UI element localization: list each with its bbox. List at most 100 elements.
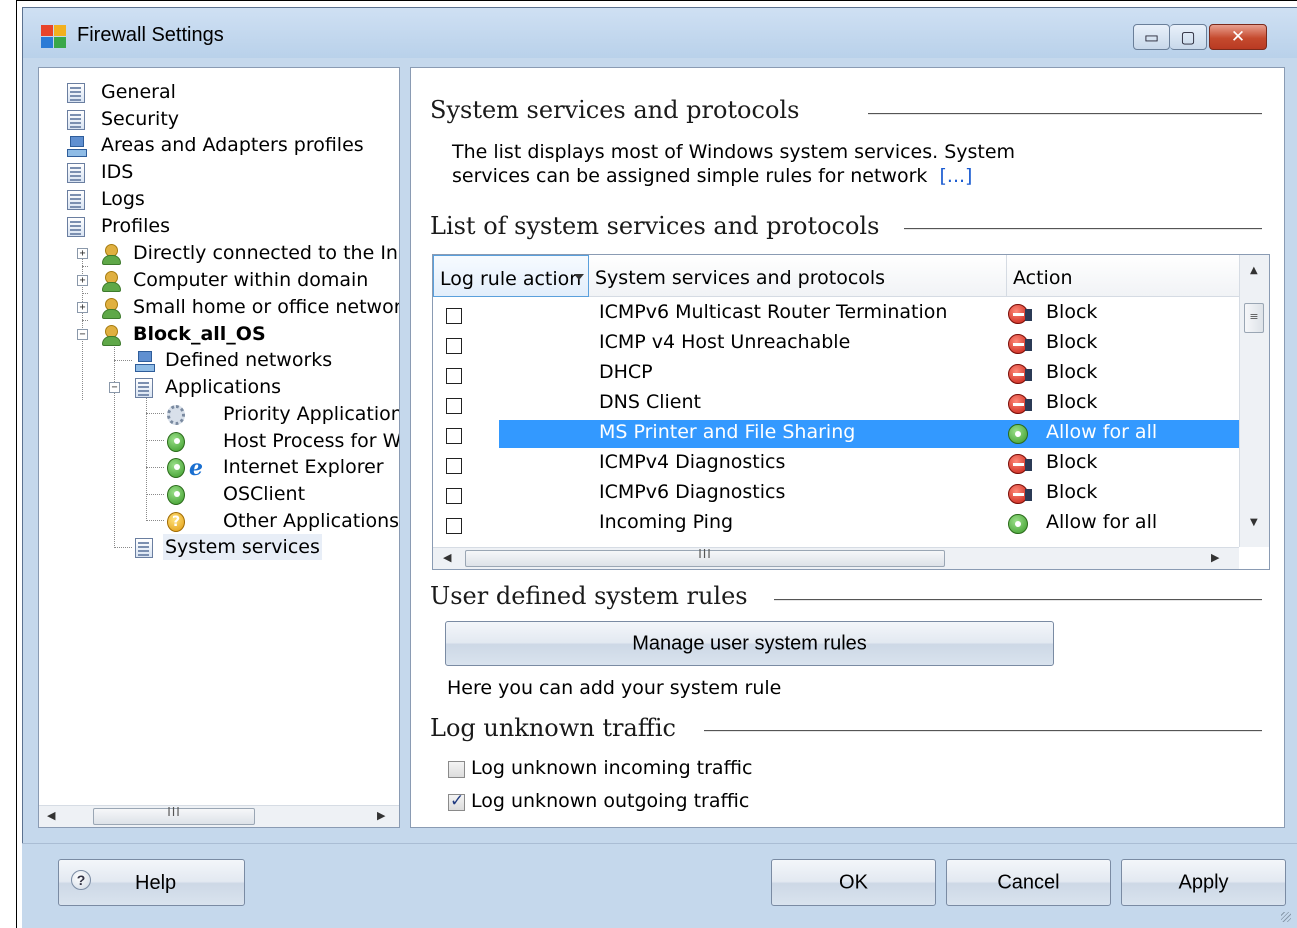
document-icon xyxy=(67,110,85,130)
tree-item-computer-within-domain[interactable]: + Computer within domain xyxy=(39,267,399,293)
log-unknown-outgoing-label[interactable]: Log unknown outgoing traffic xyxy=(471,790,749,812)
user-rules-hint: Here you can add your system rule xyxy=(447,677,782,699)
section-divider xyxy=(774,599,1262,601)
action-value[interactable]: Allow for all xyxy=(1046,511,1157,533)
allow-icon xyxy=(167,485,185,505)
table-row[interactable]: DNS Client Block xyxy=(433,388,1239,418)
resize-grip-icon[interactable] xyxy=(1281,912,1291,922)
scroll-thumb[interactable]: III xyxy=(465,547,945,567)
expand-icon[interactable]: + xyxy=(77,302,88,313)
tree-item-label: OSClient xyxy=(223,483,306,505)
ok-button[interactable]: OK xyxy=(771,859,936,906)
column-header-log-rule-action[interactable]: Log rule action xyxy=(433,255,589,297)
tree-item-directly-connected[interactable]: + Directly connected to the In xyxy=(39,240,399,266)
log-rule-checkbox[interactable] xyxy=(446,338,462,354)
column-header-action[interactable]: Action xyxy=(1007,255,1239,297)
expand-icon[interactable]: + xyxy=(77,275,88,286)
log-rule-checkbox[interactable] xyxy=(446,398,462,414)
document-icon xyxy=(67,190,85,210)
minimize-button[interactable]: ▭ xyxy=(1133,24,1170,50)
scroll-thumb[interactable]: III xyxy=(93,805,255,825)
log-rule-checkbox[interactable] xyxy=(446,308,462,324)
log-rule-checkbox[interactable] xyxy=(446,368,462,384)
scroll-up-icon[interactable]: ▲ xyxy=(1250,265,1258,276)
allow-icon xyxy=(1008,514,1028,534)
table-vertical-scrollbar[interactable]: ▲ ≡ ▼ xyxy=(1239,255,1269,547)
action-value[interactable]: Block xyxy=(1046,391,1097,413)
table-row[interactable]: ICMPv4 Diagnostics Block xyxy=(433,448,1239,478)
frame-line-left xyxy=(16,0,17,928)
user-rules-section-title: User defined system rules xyxy=(430,582,748,610)
settings-tree[interactable]: General Security Areas and Adapters prof… xyxy=(38,67,400,828)
log-rule-checkbox[interactable] xyxy=(446,518,462,534)
log-unknown-outgoing-checkbox[interactable] xyxy=(448,791,465,811)
system-services-table[interactable]: Log rule action System services and prot… xyxy=(432,254,1270,570)
scroll-left-icon[interactable]: ◀ xyxy=(47,809,55,822)
table-row[interactable]: DHCP Block xyxy=(433,358,1239,388)
column-header-service[interactable]: System services and protocols xyxy=(589,255,1007,297)
page-title: System services and protocols xyxy=(430,96,800,124)
tree-item-label: IDS xyxy=(101,161,134,183)
allow-icon xyxy=(167,432,185,452)
block-icon xyxy=(1008,394,1032,414)
question-icon: ? xyxy=(167,512,185,532)
manage-user-system-rules-button[interactable]: Manage user system rules xyxy=(445,621,1054,666)
table-horizontal-scrollbar[interactable]: ◀ III ▶ xyxy=(433,547,1239,569)
log-unknown-incoming-checkbox[interactable] xyxy=(448,761,465,778)
tree-item-other-applications[interactable]: ? Other Applications xyxy=(39,508,400,534)
tree-horizontal-scrollbar[interactable]: ◀ III ▶ xyxy=(39,805,399,827)
scroll-right-icon[interactable]: ▶ xyxy=(377,809,385,822)
dropdown-arrow-icon[interactable] xyxy=(574,274,584,280)
scroll-thumb[interactable]: ≡ xyxy=(1244,303,1264,333)
action-value[interactable]: Block xyxy=(1046,301,1097,323)
expand-icon[interactable]: + xyxy=(77,248,88,259)
log-rule-checkbox[interactable] xyxy=(446,428,462,444)
tree-item-label: Other Applications xyxy=(223,510,400,532)
scroll-left-icon[interactable]: ◀ xyxy=(443,551,451,564)
action-value[interactable]: Block xyxy=(1046,451,1097,473)
avg-logo-icon xyxy=(41,25,67,49)
tree-item-system-services[interactable]: System services xyxy=(39,534,399,560)
log-unknown-section-title: Log unknown traffic xyxy=(430,714,676,742)
title-bar[interactable]: Firewall Settings ▭ ▢ ✕ xyxy=(23,8,1297,58)
tree-item-small-home-office[interactable]: + Small home or office networl xyxy=(39,294,399,320)
scroll-down-icon[interactable]: ▼ xyxy=(1250,517,1258,528)
scroll-right-icon[interactable]: ▶ xyxy=(1211,551,1219,564)
collapse-icon[interactable]: − xyxy=(109,382,120,393)
log-rule-checkbox[interactable] xyxy=(446,458,462,474)
close-icon: ✕ xyxy=(1230,27,1246,47)
tree-item-applications[interactable]: − Applications xyxy=(39,374,399,400)
table-row[interactable]: ICMPv6 Multicast Router Termination Bloc… xyxy=(433,298,1239,328)
tree-item-label: Directly connected to the In xyxy=(133,242,398,264)
more-info-link[interactable]: [...] xyxy=(940,165,973,187)
tree-item-label: Host Process for W xyxy=(223,430,400,452)
apply-button[interactable]: Apply xyxy=(1121,859,1286,906)
table-row-selected[interactable]: MS Printer and File Sharing Allow for al… xyxy=(433,418,1239,448)
action-value[interactable]: Block xyxy=(1046,361,1097,383)
maximize-button[interactable]: ▢ xyxy=(1170,24,1207,50)
log-rule-checkbox[interactable] xyxy=(446,488,462,504)
tree-item-label: Priority Application xyxy=(223,403,400,425)
table-row[interactable]: ICMPv6 Diagnostics Block xyxy=(433,478,1239,508)
table-row[interactable]: ICMP v4 Host Unreachable Block xyxy=(433,328,1239,358)
tree-item-label: Block_all_OS xyxy=(133,323,266,345)
help-button[interactable]: ? Help xyxy=(58,859,245,906)
allow-icon xyxy=(167,458,185,478)
cancel-button[interactable]: Cancel xyxy=(946,859,1111,906)
tree-item-label: Security xyxy=(101,108,180,130)
tree-item-defined-networks[interactable]: Defined networks xyxy=(39,347,399,373)
action-value[interactable]: Block xyxy=(1046,481,1097,503)
table-row[interactable]: Incoming Ping Allow for all xyxy=(433,508,1239,538)
tree-item-internet-explorer[interactable]: e Internet Explorer xyxy=(39,454,399,480)
action-value[interactable]: Allow for all xyxy=(1046,421,1157,443)
tree-item-priority-application[interactable]: Priority Application xyxy=(39,401,400,427)
tree-item-label: Internet Explorer xyxy=(223,456,384,478)
tree-item-host-process[interactable]: Host Process for W xyxy=(39,428,400,454)
action-value[interactable]: Block xyxy=(1046,331,1097,353)
tree-item-block-all-os[interactable]: − Block_all_OS xyxy=(39,321,399,347)
log-unknown-incoming-label[interactable]: Log unknown incoming traffic xyxy=(471,757,752,779)
document-icon xyxy=(67,163,85,183)
tree-item-osclient[interactable]: OSClient xyxy=(39,481,399,507)
close-button[interactable]: ✕ xyxy=(1209,24,1267,50)
collapse-icon[interactable]: − xyxy=(77,329,88,340)
